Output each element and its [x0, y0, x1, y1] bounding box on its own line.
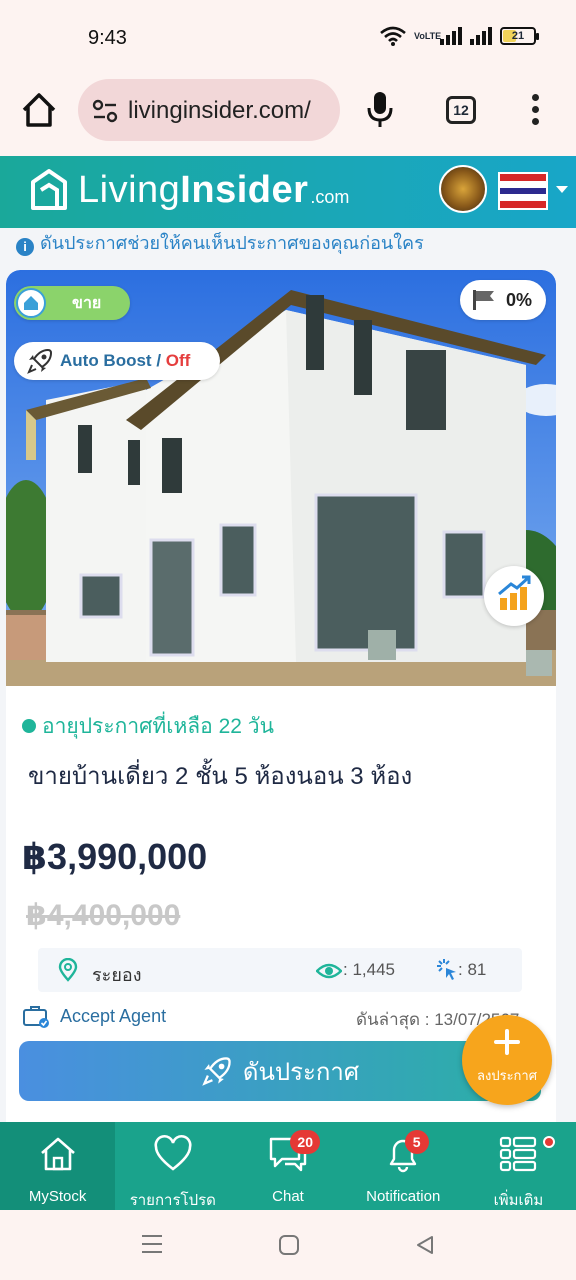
auto-boost-state: Off [165, 351, 191, 370]
listing-card: ขาย 0% Auto Boost / Off อายุประกาศที่เหล… [6, 270, 556, 1122]
boost-percent-value: 0% [506, 289, 533, 310]
accept-agent-label: Accept Agent [60, 1005, 167, 1026]
browser-home-icon[interactable] [20, 90, 58, 130]
main-content: i ดันประกาศช่วยให้คนเห็นประกาศของคุณก่อนใ… [0, 228, 576, 1122]
bar-chart-icon [498, 575, 531, 610]
sale-type-label: ขาย [72, 294, 102, 312]
volte-icon: VoLTE [414, 30, 442, 41]
notification-badge: 5 [404, 1130, 429, 1154]
listing-location: ระยอง [92, 965, 142, 985]
nav-label: MyStock [28, 1188, 87, 1205]
nav-label: เพิ่มเติม [493, 1192, 544, 1209]
home-circle-icon[interactable] [278, 1234, 300, 1256]
language-dropdown-icon[interactable] [556, 186, 568, 193]
more-list-icon [500, 1136, 537, 1172]
url-text[interactable]: livinginsider.com/ [128, 97, 328, 125]
auto-boost-text: Auto Boost [60, 351, 152, 370]
nav-item-chat[interactable]: 20 Chat [230, 1122, 345, 1210]
rocket-icon [27, 348, 53, 374]
logo-suffix: .com [310, 186, 350, 207]
listing-clicks: : 81 [458, 960, 487, 979]
signal-icon [440, 27, 462, 45]
sale-type-badge: ขาย [14, 286, 130, 320]
info-icon: i [16, 238, 34, 256]
flag-icon [473, 290, 494, 310]
listing-expiry-text: อายุประกาศที่เหลือ 22 วัน [42, 715, 274, 738]
auto-boost-label: Auto Boost / Off [60, 351, 190, 371]
chat-badge: 20 [290, 1130, 320, 1154]
browser-toolbar: livinginsider.com/ 12 [0, 70, 576, 156]
accept-agent: Accept Agent [22, 1004, 166, 1028]
user-avatar[interactable] [439, 165, 487, 213]
heart-icon [154, 1134, 192, 1171]
click-icon [437, 959, 456, 980]
listing-views: : 1,445 [343, 960, 395, 979]
post-listing-fab[interactable]: ลงประกาศ [462, 1015, 552, 1105]
nav-item-mystock[interactable]: MyStock [0, 1122, 116, 1210]
url-bar[interactable]: livinginsider.com/ [78, 79, 340, 141]
briefcase-check-icon [23, 1006, 49, 1028]
location-pin-icon [58, 958, 78, 982]
language-flag-icon[interactable] [498, 172, 548, 210]
status-time: 9:43 [88, 27, 127, 49]
logo-text-light: Living [78, 168, 181, 211]
site-header: LivingInsider .com [0, 156, 576, 228]
tab-switcher-button[interactable]: 12 [446, 96, 476, 124]
push-listing-label: ดันประกาศ [242, 1058, 360, 1086]
nav-label: Chat [272, 1188, 304, 1205]
listing-info-bar: ระยอง : 1,445 : 81 [38, 948, 522, 992]
back-icon[interactable] [414, 1234, 436, 1256]
nav-item-more[interactable]: เพิ่มเติม [461, 1122, 576, 1210]
logo-text-bold: Insider [180, 168, 309, 211]
plus-icon [494, 1029, 520, 1055]
recent-apps-icon[interactable] [140, 1232, 164, 1256]
boost-percent-badge[interactable]: 0% [460, 280, 546, 320]
boost-hint[interactable]: i ดันประกาศช่วยให้คนเห็นประกาศของคุณก่อนใ… [16, 228, 424, 257]
listing-title[interactable]: ขายบ้านเดี่ยว 2 ชั้น 5 ห้องนอน 3 ห้อง [28, 756, 412, 795]
site-settings-icon[interactable] [92, 99, 118, 123]
logo-house-icon [31, 169, 67, 210]
house-photo-image [6, 270, 556, 686]
auto-boost-separator: / [151, 351, 166, 370]
browser-menu-icon[interactable] [532, 94, 542, 128]
eye-icon [316, 963, 342, 979]
battery-icon: 21 [500, 27, 539, 45]
status-icons: VoLTE 21 [380, 26, 539, 46]
home-badge-icon [16, 288, 46, 318]
listing-expiry: อายุประกาศที่เหลือ 22 วัน [22, 710, 274, 743]
nav-item-notification[interactable]: 5 Notification [346, 1122, 461, 1210]
site-logo[interactable]: LivingInsider .com [30, 168, 349, 212]
listing-old-price: ฿4,400,000 [26, 899, 181, 932]
listing-price: ฿3,990,000 [22, 836, 208, 877]
rocket-icon [202, 1057, 231, 1086]
wifi-icon [380, 26, 406, 46]
status-dot [22, 719, 36, 733]
mic-icon[interactable] [366, 90, 394, 130]
post-listing-label: ลงประกาศ [477, 1068, 537, 1083]
signal-icon-2 [470, 27, 492, 45]
bottom-nav: MyStock รายการโปรด 20 Chat 5 Notificatio… [0, 1122, 576, 1210]
more-indicator-dot [542, 1136, 555, 1148]
nav-item-favorites[interactable]: รายการโปรด [115, 1122, 230, 1210]
system-nav-bar [0, 1210, 576, 1280]
listing-photo[interactable]: ขาย 0% Auto Boost / Off [6, 270, 556, 686]
nav-label: Notification [366, 1188, 441, 1205]
statistics-button[interactable] [484, 566, 544, 626]
status-bar: 9:43 VoLTE 21 [0, 0, 576, 70]
home-icon [40, 1137, 75, 1171]
nav-label: รายการโปรด [129, 1192, 216, 1209]
auto-boost-toggle[interactable]: Auto Boost / Off [14, 342, 220, 380]
boost-hint-text: ดันประกาศช่วยให้คนเห็นประกาศของคุณก่อนใค… [40, 233, 424, 253]
